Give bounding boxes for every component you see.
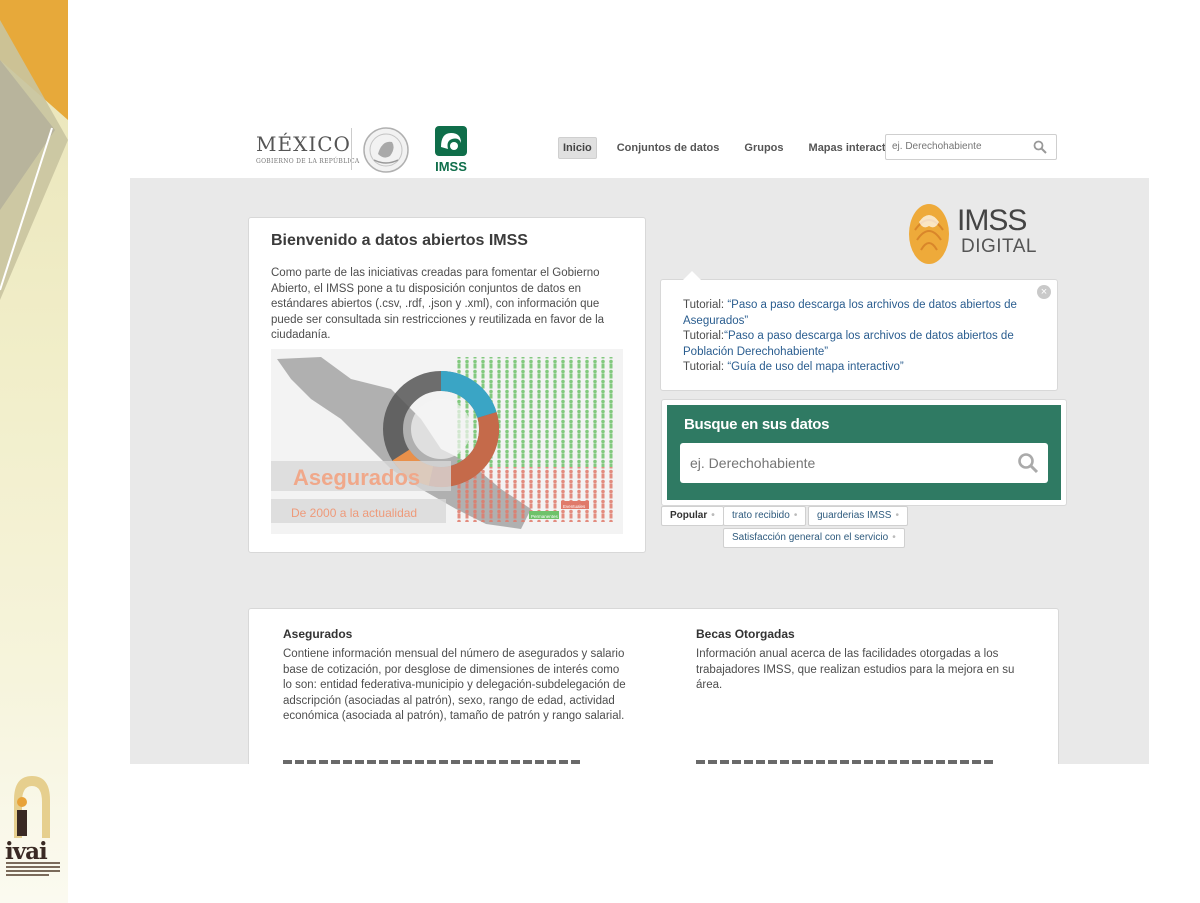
tag-trato-recibido[interactable]: trato recibido • bbox=[723, 506, 807, 526]
imss-digital-logo: IMSS DIGITAL bbox=[905, 200, 1037, 271]
header-search bbox=[885, 134, 1057, 160]
dataset-becas-otorgadas[interactable]: Becas Otorgadas Información anual acerca… bbox=[696, 627, 1041, 694]
data-search-panel: Busque en sus datos bbox=[661, 399, 1067, 506]
tutorial-link-asegurados[interactable]: “Paso a paso descarga los archivos de da… bbox=[683, 299, 1017, 327]
cut-off-text-line bbox=[696, 760, 996, 764]
datasets-card: Asegurados Contiene información mensual … bbox=[248, 608, 1059, 764]
welcome-card: Bienvenido a datos abiertos IMSS Como pa… bbox=[248, 217, 646, 553]
imss-digital-word2: DIGITAL bbox=[961, 236, 1037, 257]
welcome-title: Bienvenido a datos abiertos IMSS bbox=[271, 232, 528, 249]
search-icon[interactable] bbox=[1017, 452, 1039, 474]
data-search-box: Busque en sus datos bbox=[667, 405, 1061, 500]
tag-satisfaccion-general[interactable]: Satisfacción general con el servicio • bbox=[723, 528, 905, 548]
popular-label-text: Popular bbox=[670, 510, 708, 521]
svg-text:IMSS: IMSS bbox=[435, 159, 467, 173]
tutorial-prefix: Tutorial: bbox=[683, 299, 728, 311]
welcome-text: Como parte de las iniciativas creadas pa… bbox=[271, 267, 605, 341]
infographic-title: Asegurados bbox=[293, 465, 420, 490]
nav-inicio[interactable]: Inicio bbox=[558, 137, 597, 159]
asegurados-infographic[interactable]: Asegurados De 2000 a la actualidad Perma… bbox=[271, 349, 623, 534]
legend-eventuales: Eventuales bbox=[563, 504, 586, 509]
dataset-description: Información anual acerca de las facilida… bbox=[696, 648, 1015, 691]
ivai-subtext-lines bbox=[6, 862, 60, 880]
imss-digital-word1: IMSS bbox=[957, 204, 1027, 237]
main-nav: Inicio Conjuntos de datos Grupos Mapas i… bbox=[558, 137, 928, 159]
data-search-field bbox=[680, 443, 1048, 483]
logo-divider bbox=[351, 128, 352, 170]
search-icon[interactable] bbox=[1033, 140, 1047, 154]
nav-conjuntos-de-datos[interactable]: Conjuntos de datos bbox=[612, 137, 725, 159]
legend-permanentes: Permanentes bbox=[531, 514, 559, 519]
tutorial-link-mapa[interactable]: “Guía de uso del mapa interactivo” bbox=[727, 361, 903, 373]
tutorial-item: Tutorial:“Paso a paso descarga los archi… bbox=[683, 329, 1018, 360]
decorative-triangles bbox=[0, 0, 68, 300]
website-screenshot: MÉXICO GOBIERNO DE LA REPÚBLICA IMSS Ini… bbox=[130, 110, 1149, 764]
cut-off-text-line bbox=[283, 760, 583, 764]
dataset-title[interactable]: Becas Otorgadas bbox=[696, 627, 1041, 641]
dataset-asegurados[interactable]: Asegurados Contiene información mensual … bbox=[283, 627, 628, 725]
mexico-gobierno-logo[interactable]: MÉXICO GOBIERNO DE LA REPÚBLICA bbox=[256, 132, 360, 165]
tag-text: Satisfacción general con el servicio bbox=[732, 532, 889, 543]
popular-label: Popular • bbox=[661, 506, 724, 526]
tag-text: trato recibido bbox=[732, 510, 790, 521]
imss-logo-icon[interactable]: IMSS bbox=[432, 125, 470, 173]
close-icon[interactable]: × bbox=[1037, 285, 1051, 299]
dataset-description: Contiene información mensual del número … bbox=[283, 648, 626, 722]
national-seal-icon bbox=[363, 127, 409, 173]
header-search-input[interactable] bbox=[886, 135, 1028, 157]
tutorial-list: Tutorial: “Paso a paso descarga los arch… bbox=[683, 298, 1018, 376]
site-header: MÉXICO GOBIERNO DE LA REPÚBLICA IMSS Ini… bbox=[130, 110, 1149, 179]
tutorials-popover: × Tutorial: “Paso a paso descarga los ar… bbox=[660, 271, 1058, 391]
infographic-subtitle: De 2000 a la actualidad bbox=[291, 506, 417, 520]
mexico-wordmark: MÉXICO bbox=[256, 132, 351, 156]
nav-grupos[interactable]: Grupos bbox=[739, 137, 788, 159]
data-search-title: Busque en sus datos bbox=[684, 416, 830, 433]
tag-guarderias-imss[interactable]: guarderias IMSS • bbox=[808, 506, 908, 526]
gobierno-subtitle: GOBIERNO DE LA REPÚBLICA bbox=[256, 158, 360, 165]
tutorial-item: Tutorial: “Paso a paso descarga los arch… bbox=[683, 298, 1018, 329]
tutorial-item: Tutorial: “Guía de uso del mapa interact… bbox=[683, 360, 1018, 376]
tutorial-prefix: Tutorial: bbox=[683, 361, 728, 373]
dataset-title[interactable]: Asegurados bbox=[283, 627, 628, 641]
data-search-input[interactable] bbox=[680, 443, 1020, 483]
ivai-wordmark: ivai bbox=[5, 838, 48, 865]
fingerprint-icon bbox=[909, 204, 949, 264]
tutorial-prefix: Tutorial: bbox=[683, 330, 725, 342]
popover-arrow bbox=[683, 271, 701, 280]
tutorial-link-poblacion[interactable]: “Paso a paso descarga los archivos de da… bbox=[683, 330, 1014, 358]
slide-side-strip: ivai bbox=[0, 0, 68, 903]
tag-text: guarderias IMSS bbox=[817, 510, 892, 521]
